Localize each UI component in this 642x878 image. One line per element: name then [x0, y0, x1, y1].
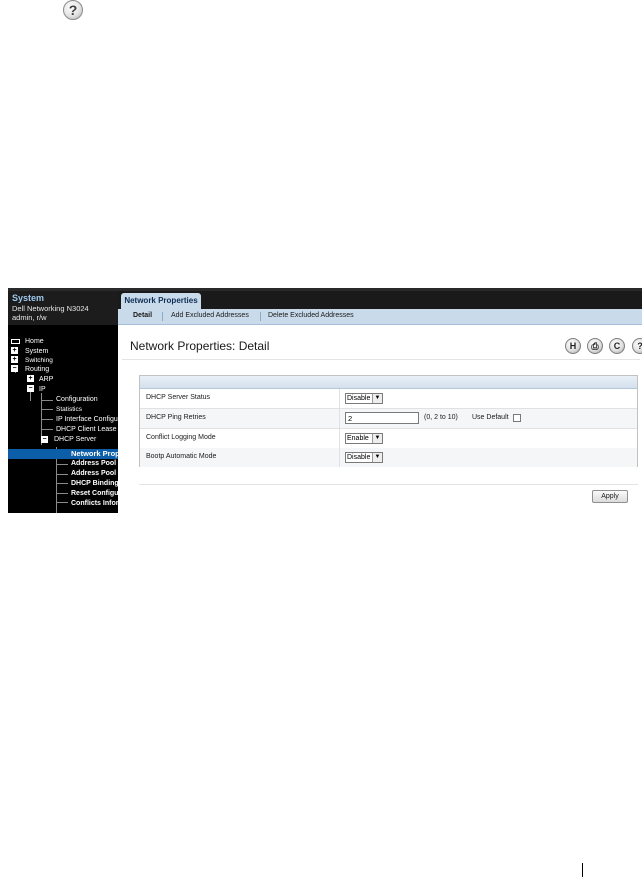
chevron-down-icon: ▼	[372, 394, 382, 403]
page-title: Network Properties: Detail	[130, 339, 270, 353]
help-icon[interactable]: ?	[632, 338, 642, 354]
sidebar-item-ip[interactable]: IP	[39, 385, 46, 394]
sidebar-item-switching[interactable]: Switching	[25, 356, 53, 365]
chevron-down-icon: ▼	[372, 453, 382, 462]
home-icon	[11, 339, 20, 344]
subtab-separator	[260, 312, 261, 321]
sidebar-item-arp[interactable]: ARP	[39, 375, 53, 384]
sidebar-item-home[interactable]: Home	[25, 337, 44, 346]
sidebar-item-routing[interactable]: Routing	[25, 365, 49, 374]
sidebar-item-address-pool-options[interactable]: Address Pool C	[71, 469, 118, 478]
collapse-icon[interactable]: −	[11, 365, 18, 372]
row-label: DHCP Server Status	[146, 394, 211, 401]
sidebar-item-dhcp-client-lease[interactable]: DHCP Client Lease	[56, 425, 117, 434]
form-divider	[139, 484, 638, 485]
row-label: Conflict Logging Mode	[146, 434, 216, 441]
save-icon[interactable]: H	[565, 338, 581, 354]
sidebar-item-network-properties[interactable]: Network Prop	[71, 449, 118, 458]
tree-line	[56, 502, 68, 503]
apply-button[interactable]: Apply	[592, 490, 628, 503]
sidebar-header: System Dell Networking N3024 admin, r/w	[8, 291, 118, 325]
chevron-down-icon: ▼	[372, 434, 382, 443]
tab-network-properties[interactable]: Network Properties	[121, 293, 201, 309]
select-value: Enable	[347, 435, 369, 442]
tree-line	[41, 409, 53, 410]
help-icon[interactable]: ?	[63, 0, 83, 20]
subtab-bar: Detail Add Excluded Addresses Delete Exc…	[118, 309, 642, 325]
ping-retries-input[interactable]	[345, 412, 419, 424]
title-divider	[122, 359, 640, 360]
select-value: Disable	[347, 454, 371, 461]
select-value: Disable	[347, 395, 371, 402]
dhcp-server-status-select[interactable]: Disable ▼	[345, 393, 383, 404]
form-header	[140, 376, 637, 389]
sidebar-item-dhcp-bindings[interactable]: DHCP Bindings	[71, 479, 118, 488]
conflict-logging-select[interactable]: Enable ▼	[345, 433, 383, 444]
column-divider	[339, 389, 340, 408]
sidebar-item-system[interactable]: System	[25, 347, 48, 356]
collapse-icon[interactable]: −	[41, 436, 48, 443]
expand-icon[interactable]: +	[11, 356, 18, 363]
row-dhcp-server-status: DHCP Server Status Disable ▼	[140, 389, 637, 409]
tree-line	[56, 483, 68, 484]
bootp-automatic-select[interactable]: Disable ▼	[345, 452, 383, 463]
system-title: System	[12, 293, 45, 303]
screenshot-panel: System Dell Networking N3024 admin, r/w …	[8, 288, 642, 513]
sidebar-item-statistics[interactable]: Statistics	[56, 405, 82, 414]
sidebar-item-address-pool[interactable]: Address Pool	[71, 459, 116, 468]
row-label: Bootp Automatic Mode	[146, 453, 217, 460]
expand-icon[interactable]: +	[27, 375, 34, 382]
print-icon[interactable]: ⎙	[587, 338, 603, 354]
subtab-separator	[162, 312, 163, 321]
row-conflict-logging-mode: Conflict Logging Mode Enable ▼	[140, 429, 637, 449]
user-info: admin, r/w	[12, 313, 47, 322]
sidebar-item-conflicts-information[interactable]: Conflicts Inform	[71, 499, 118, 508]
refresh-icon[interactable]: C	[609, 338, 625, 354]
subtab-add-excluded[interactable]: Add Excluded Addresses	[171, 312, 249, 319]
page-margin-mark	[582, 863, 583, 877]
sidebar-item-reset-configuration[interactable]: Reset Configur	[71, 489, 118, 498]
collapse-icon[interactable]: −	[27, 385, 34, 392]
sidebar-item-configuration[interactable]: Configuration	[56, 395, 98, 404]
column-divider	[339, 429, 340, 448]
tree-line	[41, 429, 53, 430]
row-bootp-automatic-mode: Bootp Automatic Mode Disable ▼	[140, 448, 637, 467]
row-label: DHCP Ping Retries	[146, 414, 206, 421]
tab-bar: Network Properties	[118, 291, 642, 309]
sidebar-item-dhcp-server[interactable]: DHCP Server	[54, 435, 96, 444]
subtab-detail[interactable]: Detail	[133, 312, 152, 319]
expand-icon[interactable]: +	[11, 347, 18, 354]
tree-line	[56, 464, 68, 465]
sidebar: System Dell Networking N3024 admin, r/w …	[8, 291, 118, 513]
use-default-checkbox[interactable]	[513, 414, 521, 422]
row-dhcp-ping-retries: DHCP Ping Retries (0, 2 to 10) Use Defau…	[140, 409, 637, 429]
tree-line	[41, 419, 53, 420]
device-model: Dell Networking N3024	[12, 304, 89, 313]
tree-line	[41, 400, 53, 401]
use-default-label: Use Default	[472, 414, 509, 421]
properties-form: DHCP Server Status Disable ▼ DHCP Ping R…	[139, 375, 638, 467]
main-pane: Network Properties Detail Add Excluded A…	[118, 291, 642, 513]
tree-line	[56, 474, 68, 475]
subtab-delete-excluded[interactable]: Delete Excluded Addresses	[268, 312, 354, 319]
sidebar-item-ip-interface[interactable]: IP Interface Configu	[56, 415, 118, 424]
column-divider	[339, 448, 340, 467]
column-divider	[339, 409, 340, 428]
tree-line	[56, 493, 68, 494]
range-hint: (0, 2 to 10)	[424, 414, 458, 421]
